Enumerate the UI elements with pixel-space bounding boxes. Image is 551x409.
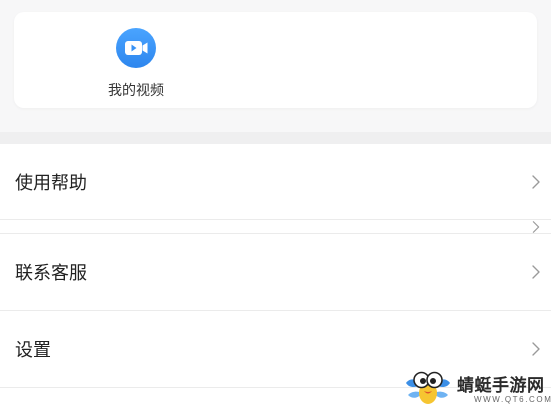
menu-item-label: 使用帮助 [15, 172, 87, 194]
feature-card: 我的视频 [14, 12, 537, 108]
menu-item-label: 设置 [15, 340, 51, 361]
section-divider-band [0, 132, 551, 144]
menu-item-customer-service[interactable]: 联系客服 [0, 234, 551, 311]
chevron-right-icon [532, 342, 540, 356]
chevron-right-icon [532, 220, 540, 233]
my-videos-label: 我的视频 [108, 83, 164, 99]
chevron-right-icon [532, 174, 540, 189]
watermark-logo [406, 371, 450, 404]
my-videos-entry[interactable]: 我的视频 [96, 28, 176, 100]
video-camera-icon [116, 28, 156, 68]
watermark-name: 蜻蜓手游网 [457, 376, 545, 396]
chevron-right-icon [532, 265, 540, 279]
menu-item-blank[interactable] [0, 220, 551, 234]
settings-menu: 使用帮助 联系客服 设置 [0, 144, 551, 388]
menu-item-label: 联系客服 [15, 263, 87, 284]
watermark-url: WWW.QT6.COM [474, 395, 551, 404]
menu-item-help[interactable]: 使用帮助 [0, 144, 551, 220]
